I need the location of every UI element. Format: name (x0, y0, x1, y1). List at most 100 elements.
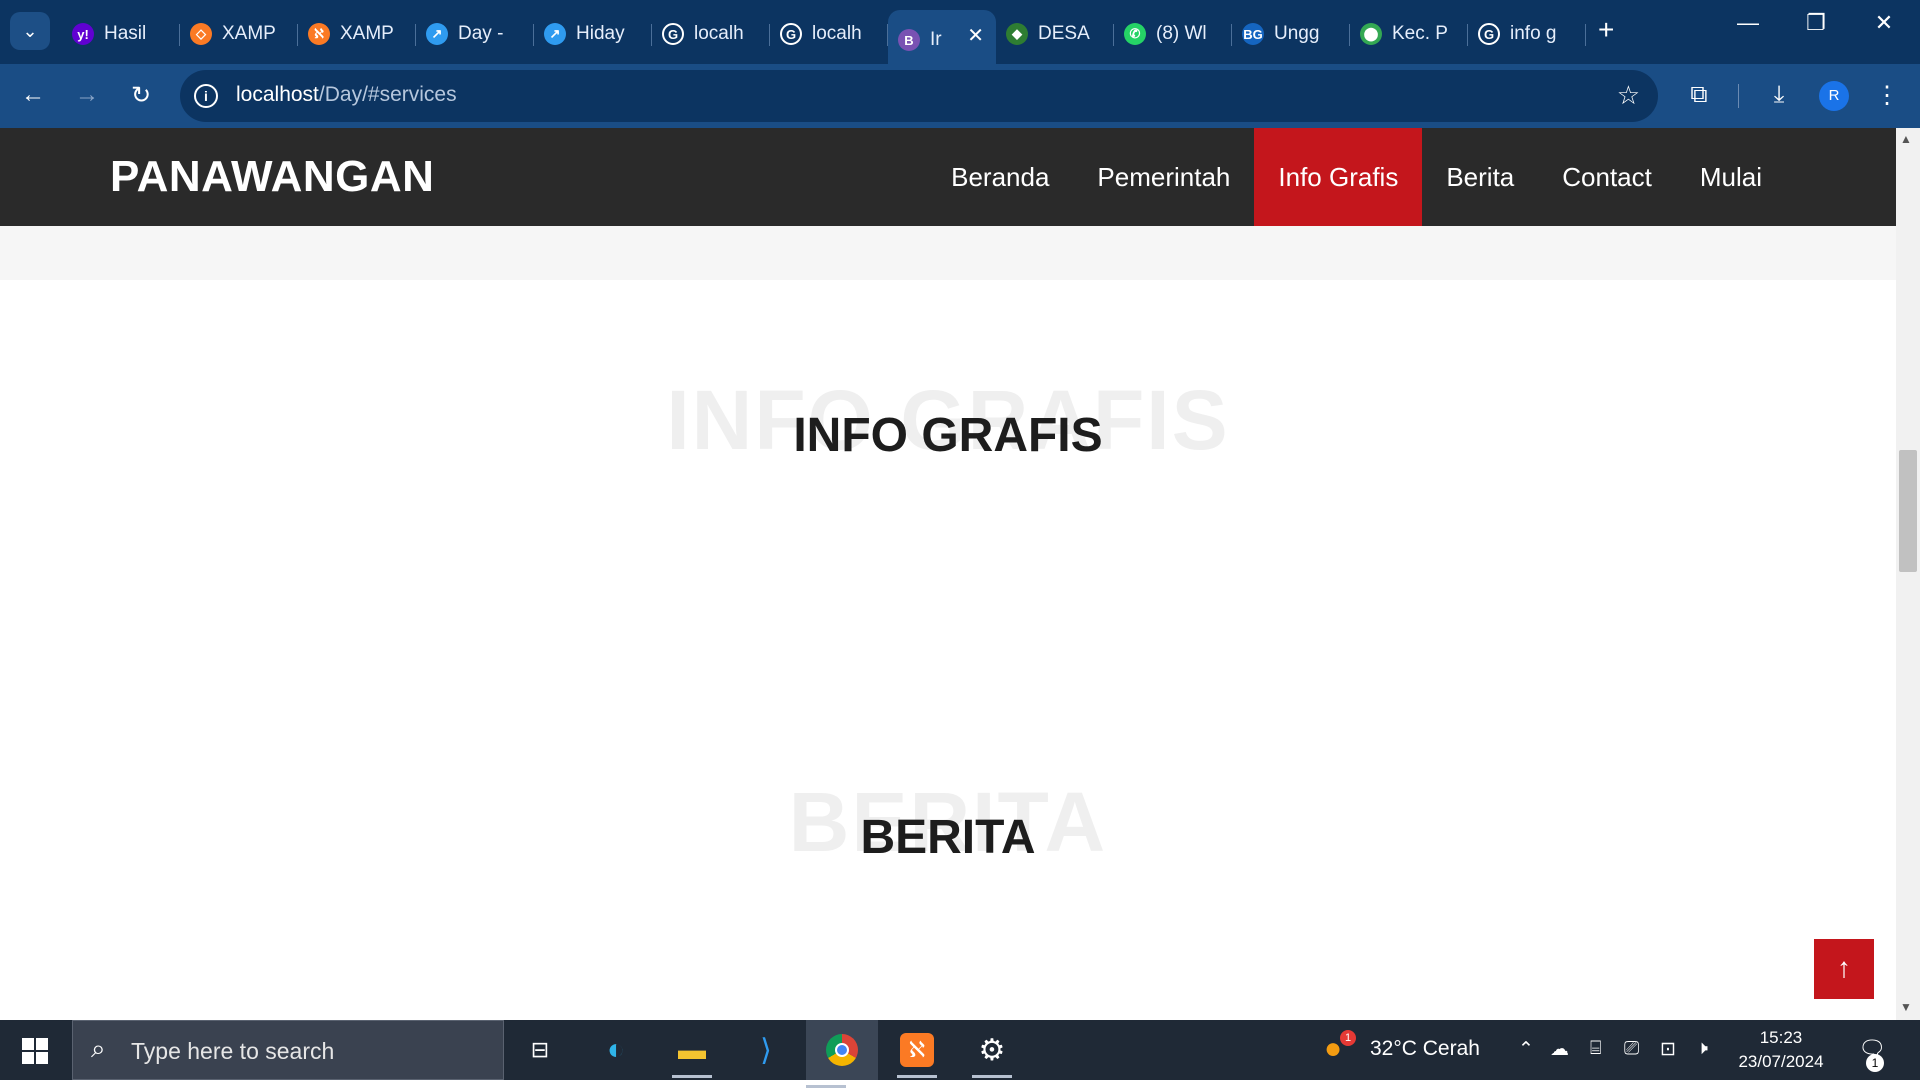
browser-tab[interactable]: B Ir ✕ (888, 10, 996, 70)
chevron-up-icon[interactable]: ⌃ (1518, 1038, 1534, 1061)
scrollbar-thumb[interactable] (1899, 450, 1917, 572)
downloads-icon[interactable]: ⤓ (1764, 81, 1794, 109)
volume-muted-icon[interactable]: 🕨 (1696, 1038, 1708, 1060)
hosting-icon: ↗ (544, 23, 566, 45)
address-bar[interactable]: i localhost/Day/#services ☆ (180, 70, 1658, 122)
emblem-icon: ◆ (1006, 23, 1028, 45)
nav-item-berita[interactable]: Berita (1422, 128, 1538, 226)
xampp-diamond-icon: ◇ (190, 23, 212, 45)
nav-item-mulai[interactable]: Mulai (1676, 128, 1786, 226)
url-path: /Day/#services (318, 83, 457, 106)
xampp-icon[interactable]: ℵ (897, 1030, 937, 1078)
chrome-icon[interactable] (806, 1020, 878, 1088)
yahoo-icon: y! (72, 23, 94, 45)
reload-button[interactable]: ↻ (126, 81, 156, 110)
tab-title: XAMP (340, 23, 394, 44)
nav-item-pemerintah[interactable]: Pemerintah (1073, 128, 1254, 226)
bootstrap-icon: B (898, 29, 920, 51)
google-icon: G (1478, 23, 1500, 45)
nav-item-contact[interactable]: Contact (1538, 128, 1676, 226)
task-view-icon[interactable]: ⊟ (520, 1030, 560, 1070)
meet-now-icon[interactable]: ⌸ (1590, 1038, 1601, 1060)
settings-gear-icon[interactable]: ⚙ (972, 1030, 1012, 1078)
google-icon: G (662, 23, 684, 45)
browser-tab[interactable]: Ginfo g (1468, 10, 1586, 58)
onedrive-cloud-icon[interactable]: ☁ (1550, 1038, 1569, 1061)
browser-tab[interactable]: BG Ungg (1232, 10, 1350, 58)
back-to-top-button[interactable]: ↑ (1814, 939, 1874, 999)
tab-close-icon[interactable]: ✕ (967, 23, 984, 48)
minimize-button[interactable]: — (1718, 10, 1778, 36)
search-icon: ⌕ (91, 1033, 106, 1063)
site-header: PANAWANGAN Beranda Pemerintah Info Grafis B… (0, 128, 1896, 226)
url-host: localhost (236, 83, 319, 106)
tab-title: XAMP (222, 23, 276, 44)
taskbar-search-box[interactable]: ⌕ Type here to search (72, 1020, 504, 1080)
scroll-up-arrow-icon[interactable]: ▲ (1900, 132, 1912, 146)
vscode-icon[interactable]: ⟩ (746, 1030, 786, 1070)
chevron-down-icon: ⌄ (22, 20, 38, 41)
notification-count: 1 (1866, 1054, 1884, 1072)
menu-kebab-icon[interactable]: ⋮ (1872, 81, 1902, 110)
browser-tab[interactable]: ◇ XAMP (180, 10, 298, 58)
back-button[interactable]: ← (18, 81, 48, 109)
taskbar-clock[interactable]: 15:23 23/07/2024 (1728, 1026, 1834, 1074)
site-info-icon[interactable]: i (194, 84, 218, 108)
profile-avatar[interactable]: R (1819, 81, 1849, 111)
taskbar-search-placeholder: Type here to search (131, 1038, 335, 1064)
tab-search-button[interactable]: ⌄ (10, 12, 50, 50)
arrow-up-icon: ↑ (1837, 952, 1851, 983)
forward-button[interactable]: → (72, 81, 102, 109)
bg-icon: BG (1242, 23, 1264, 45)
browser-tab[interactable]: ℵ XAMP (298, 10, 416, 58)
xampp-icon: ℵ (308, 23, 330, 45)
site-nav: Beranda Pemerintah Info Grafis Berita Contac… (927, 128, 1786, 226)
weather-text[interactable]: 32°C Cerah (1370, 1037, 1480, 1061)
google-icon: G (780, 23, 802, 45)
browser-tab[interactable]: ↗ Hiday (534, 10, 652, 58)
tab-title: info g (1510, 23, 1557, 44)
hosting-icon: ↗ (426, 23, 448, 45)
browser-tab-strip: ⌄ y! Hasil ◇ XAMP ℵ XAMP ↗ Day - ↗ Hiday Glocalh Gl… (0, 0, 1920, 70)
restore-button[interactable]: ❐ (1786, 10, 1846, 36)
browser-toolbar: ← → ↻ i localhost/Day/#services ☆ ⧉ ⤓ R … (0, 64, 1920, 128)
browser-tab[interactable]: ⬤ Kec. P (1350, 10, 1468, 58)
tab-title: Ungg (1274, 23, 1320, 44)
tab-list: y! Hasil ◇ XAMP ℵ XAMP ↗ Day - ↗ Hiday Glocalh Gloc… (62, 6, 1586, 70)
browser-tab[interactable]: ↗ Day - (416, 10, 534, 58)
extensions-icon[interactable]: ⧉ (1684, 81, 1714, 109)
tab-title: Day - (458, 23, 504, 44)
info-grafis-heading: INFO GRAFIS (793, 409, 1103, 462)
scroll-down-arrow-icon[interactable]: ▼ (1900, 1000, 1912, 1014)
windows-taskbar: ⌕ Type here to search ⊟ ◐ ▬ ⟩ ℵ ⚙ ● 1 32… (0, 1020, 1920, 1088)
network-icon[interactable]: ⎚ (1624, 1038, 1639, 1060)
tab-title: DESA (1038, 23, 1090, 44)
browser-tab[interactable]: Glocalh (652, 10, 770, 58)
browser-tab[interactable]: ◆ DESA (996, 10, 1114, 58)
new-tab-button[interactable]: + (1598, 14, 1614, 46)
bookmark-star-icon[interactable]: ☆ (1617, 80, 1640, 111)
toolbar-divider (1738, 84, 1739, 108)
site-logo[interactable]: PANAWANGAN (110, 152, 434, 202)
browser-tab[interactable]: ✆ (8) Wl (1114, 10, 1232, 58)
clock-time: 15:23 (1759, 1028, 1803, 1047)
tab-title: Hasil (104, 23, 147, 44)
windows-start-icon[interactable] (22, 1038, 48, 1064)
page-scrollbar[interactable] (1896, 128, 1920, 1020)
display-icon[interactable]: ⊡ (1660, 1038, 1676, 1061)
info-grafis-section-title: INFO GRAFIS INFO GRAFIS (0, 372, 1896, 492)
tab-title: Kec. P (1392, 23, 1448, 44)
address-url[interactable]: localhost/Day/#services (236, 83, 457, 107)
clock-date: 23/07/2024 (1738, 1052, 1824, 1071)
browser-tab[interactable]: y! Hasil (62, 10, 180, 58)
file-explorer-icon[interactable]: ▬ (672, 1030, 712, 1078)
window-close-button[interactable]: ✕ (1854, 10, 1914, 36)
nav-item-beranda[interactable]: Beranda (927, 128, 1073, 226)
section-divider-band (0, 226, 1896, 280)
nav-item-info-grafis[interactable]: Info Grafis (1254, 128, 1423, 226)
weather-badge: 1 (1340, 1030, 1356, 1046)
tab-title: localh (812, 23, 862, 44)
tab-title: Hiday (576, 23, 625, 44)
edge-icon[interactable]: ◐ (596, 1030, 636, 1070)
browser-tab[interactable]: Glocalh (770, 10, 888, 58)
